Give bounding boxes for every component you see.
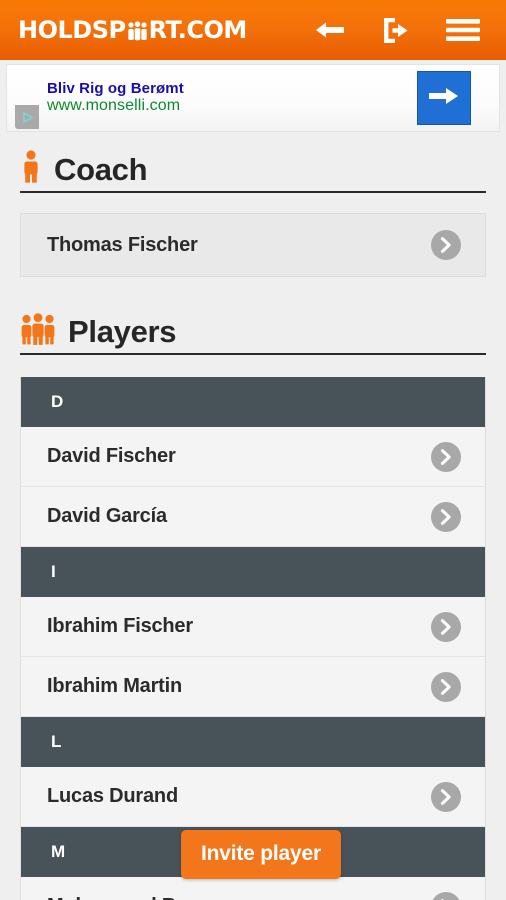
chevron-right-icon[interactable]: [431, 781, 461, 812]
coach-section-title: Coach: [54, 152, 148, 187]
player-row[interactable]: David Fischer: [21, 427, 485, 487]
coach-card: Thomas Fischer: [20, 213, 486, 277]
brand-text-suffix: RT.COM: [148, 16, 248, 44]
player-name: David García: [47, 505, 167, 527]
coach-name: Thomas Fischer: [47, 233, 198, 256]
top-app-bar: HOLDSP RT.COM: [0, 0, 506, 60]
hamburger-menu-icon[interactable]: [446, 18, 480, 42]
chevron-right-icon[interactable]: [431, 611, 461, 642]
players-group-header-l: L: [21, 717, 485, 767]
chevron-right-icon[interactable]: [431, 230, 461, 260]
players-group-header-i: I: [21, 547, 485, 597]
player-name: David Fischer: [47, 445, 176, 467]
coach-row[interactable]: Thomas Fischer: [21, 214, 485, 276]
person-icon: [20, 150, 42, 185]
invite-player-button[interactable]: Invite player: [181, 830, 341, 879]
advertisement-container: Bliv Rig og Berømt www.monselli.com: [0, 60, 506, 136]
chevron-right-icon[interactable]: [431, 441, 461, 472]
player-name: Ibrahim Martin: [47, 675, 182, 697]
players-section-title: Players: [68, 314, 177, 349]
ad-cta-button[interactable]: [417, 71, 471, 125]
brand-text-prefix: HOLDSP: [18, 16, 126, 44]
chevron-right-icon[interactable]: [431, 891, 461, 900]
right-arrow-icon: [429, 85, 459, 112]
ad-text-block: Bliv Rig og Berømt www.monselli.com: [47, 80, 184, 117]
logout-icon[interactable]: [382, 17, 410, 44]
player-row[interactable]: Lucas Durand: [21, 767, 485, 827]
coach-section-header: Coach: [20, 150, 486, 193]
group-letter: I: [51, 562, 56, 581]
back-arrow-icon[interactable]: [314, 19, 346, 41]
player-row[interactable]: Ibrahim Fischer: [21, 597, 485, 657]
players-list: D David Fischer David García I Ibrahim F…: [20, 377, 486, 900]
chevron-right-icon[interactable]: [431, 501, 461, 532]
group-letter: L: [51, 732, 62, 751]
players-section-header: Players: [20, 313, 486, 355]
people-group-icon: [20, 313, 56, 347]
player-name: Mohammad Braun: [47, 895, 219, 900]
top-bar-actions: [314, 17, 484, 44]
ad-banner[interactable]: Bliv Rig og Berømt www.monselli.com: [6, 64, 500, 132]
chevron-right-icon[interactable]: [431, 671, 461, 702]
adchoices-triangle-icon[interactable]: [15, 105, 39, 129]
player-row[interactable]: David García: [21, 487, 485, 547]
app-root: HOLDSP RT.COM Bliv Rig og Berømt www.mon…: [0, 0, 506, 900]
ad-title[interactable]: Bliv Rig og Berømt: [47, 80, 184, 98]
group-letter: D: [51, 392, 64, 411]
player-name: Ibrahim Fischer: [47, 615, 193, 637]
brand-logo[interactable]: HOLDSP RT.COM: [18, 18, 247, 42]
player-row[interactable]: Ibrahim Martin: [21, 657, 485, 717]
group-letter: M: [51, 842, 66, 861]
ad-url[interactable]: www.monselli.com: [47, 97, 184, 116]
player-name: Lucas Durand: [47, 785, 178, 807]
logo-people-icon: [127, 21, 148, 41]
player-row[interactable]: Mohammad Braun: [21, 877, 485, 900]
players-group-header-d: D: [21, 377, 485, 427]
